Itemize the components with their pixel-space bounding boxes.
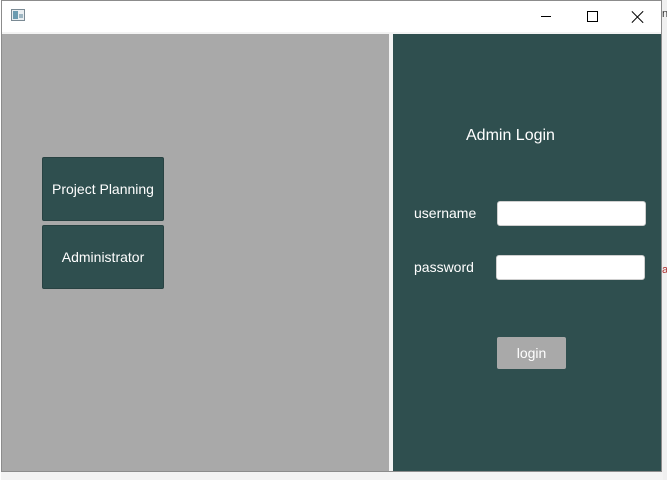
minimize-icon: [541, 16, 551, 17]
close-button[interactable]: [615, 1, 661, 32]
app-icon: [11, 9, 25, 21]
close-icon: [632, 11, 644, 23]
project-planning-button[interactable]: Project Planning: [42, 157, 164, 221]
administrator-button[interactable]: Administrator: [42, 225, 164, 289]
username-label: username: [414, 205, 477, 221]
username-input[interactable]: [497, 201, 646, 226]
maximize-button[interactable]: [569, 1, 615, 32]
navigation-panel: Project Planning Administrator: [2, 34, 389, 471]
background-text-right: a: [662, 264, 667, 276]
login-title: Admin Login: [466, 127, 555, 144]
maximize-icon: [586, 11, 598, 22]
minimize-button[interactable]: [523, 1, 569, 32]
password-input[interactable]: [496, 255, 645, 280]
password-label: password: [414, 259, 474, 275]
window-bottom-edge: [1, 472, 663, 480]
background-text-top: n: [662, 8, 667, 20]
admin-login-panel: Admin Login username password login: [393, 34, 661, 471]
login-button[interactable]: login: [497, 337, 566, 369]
client-area: Project Planning Administrator Admin Log…: [2, 32, 661, 471]
title-bar[interactable]: [2, 1, 661, 32]
app-window: Project Planning Administrator Admin Log…: [1, 0, 662, 472]
